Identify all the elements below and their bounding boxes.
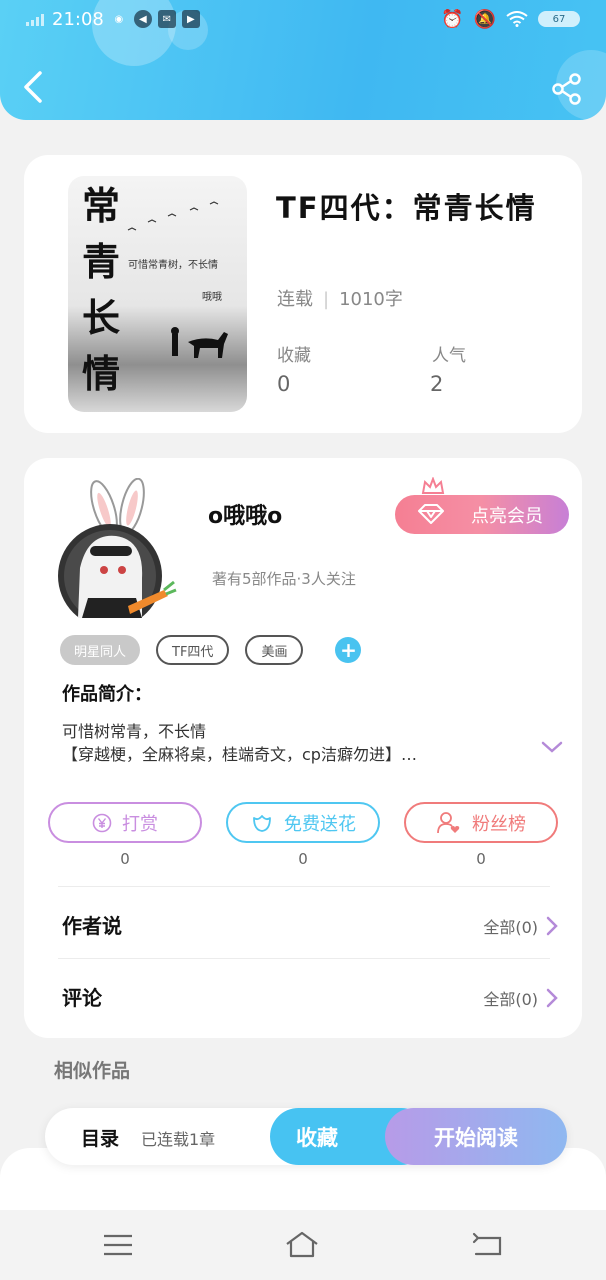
divider bbox=[58, 958, 550, 959]
book-title: TF四代：常青长情 bbox=[276, 191, 537, 225]
flower-icon bbox=[253, 814, 271, 832]
tag[interactable]: 美画 bbox=[245, 635, 304, 665]
book-info-card: 常青长情 可惜常青树，不长情 哦哦 TF四代：常青长情 连载 | 1010字 收藏 … bbox=[24, 155, 582, 433]
weibo-icon: ◉ bbox=[114, 13, 124, 25]
author-says-label[interactable]: 作者说 bbox=[62, 910, 122, 939]
intro-label: 作品简介： bbox=[62, 684, 152, 705]
mute-icon: 🔕 bbox=[473, 8, 496, 30]
share-icon[interactable] bbox=[550, 72, 584, 106]
tag[interactable]: TF四代 bbox=[156, 635, 230, 665]
send-flower-label: 免费送花 bbox=[284, 813, 356, 835]
fans-count: 0 bbox=[476, 850, 486, 868]
reward-label: 打赏 bbox=[122, 813, 158, 835]
author-says-more[interactable]: 全部(0) bbox=[483, 914, 558, 938]
book-word-count: 1010字 bbox=[339, 289, 403, 310]
battery-indicator: 67 bbox=[538, 11, 580, 27]
horse-rider-illustration bbox=[171, 327, 228, 358]
author-name[interactable]: o哦哦o bbox=[208, 498, 282, 530]
intro-text: 可惜树常青，不长情 【穿越梗，全麻将桌，桂端奇文，cp洁癖勿进】… bbox=[62, 720, 532, 766]
notification-icon: ◀ bbox=[133, 10, 152, 28]
comments-count: 全部(0) bbox=[483, 990, 538, 1009]
diamond-icon bbox=[418, 504, 444, 524]
author-says-count: 全部(0) bbox=[483, 918, 538, 937]
toc-button[interactable]: 目录 bbox=[81, 1124, 119, 1151]
yen-coin-icon bbox=[92, 813, 112, 832]
book-meta: 连载 | 1010字 bbox=[277, 285, 403, 311]
book-cover[interactable]: 常青长情 可惜常青树，不长情 哦哦 bbox=[68, 176, 247, 412]
vip-button[interactable]: 点亮会员 bbox=[395, 477, 569, 534]
user-heart-icon bbox=[437, 811, 460, 833]
add-tag-icon[interactable]: + bbox=[335, 637, 362, 663]
author-card: o哦哦o 著有5部作品·3人关注 点亮会员 明星同人 TF四代 美画 + 作品简… bbox=[24, 458, 582, 1038]
header-bar: 21:08 ◉ ◀ ✉ ▶ ⏰ 🔕 67 bbox=[0, 0, 606, 120]
send-flower-button[interactable]: 免费送花 bbox=[226, 802, 380, 843]
author-stats: 著有5部作品·3人关注 bbox=[212, 570, 356, 588]
reward-count: 0 bbox=[120, 850, 130, 868]
crown-icon bbox=[421, 477, 445, 494]
status-bar: 21:08 ◉ ◀ ✉ ▶ ⏰ 🔕 67 bbox=[26, 6, 580, 32]
comments-label[interactable]: 评论 bbox=[62, 982, 102, 1011]
wifi-icon bbox=[506, 11, 528, 27]
favorites-value: 0 bbox=[277, 372, 291, 396]
cover-subtitle: 可惜常青树，不长情 bbox=[128, 260, 218, 271]
intro-line: 可惜树常青，不长情 bbox=[62, 722, 207, 741]
tag-list: 明星同人 TF四代 美画 + bbox=[60, 635, 362, 665]
cover-author: 哦哦 bbox=[202, 292, 222, 303]
back-icon[interactable] bbox=[20, 70, 46, 104]
intro-line: 【穿越梗，全麻将桌，桂端奇文，cp洁癖勿进】… bbox=[62, 745, 417, 764]
chevron-right-icon bbox=[546, 988, 558, 1008]
favorites-label: 收藏 bbox=[277, 346, 311, 366]
chevron-right-icon bbox=[546, 916, 558, 936]
signal-icon bbox=[26, 12, 44, 26]
back-nav-icon[interactable] bbox=[470, 1230, 504, 1260]
comments-more[interactable]: 全部(0) bbox=[483, 986, 558, 1010]
menu-icon[interactable] bbox=[101, 1230, 135, 1260]
birds-icon bbox=[127, 201, 219, 231]
popularity-label: 人气 bbox=[432, 346, 466, 366]
reward-button[interactable]: 打赏 bbox=[48, 802, 202, 843]
toc-chapter-info[interactable]: 已连载1章 bbox=[141, 1126, 215, 1150]
mail-icon: ✉ bbox=[157, 10, 176, 28]
fans-ranking-button[interactable]: 粉丝榜 bbox=[404, 802, 558, 843]
chevron-down-icon[interactable] bbox=[540, 738, 564, 756]
divider bbox=[58, 886, 550, 887]
fans-ranking-label: 粉丝榜 bbox=[472, 813, 526, 835]
vip-button-label: 点亮会员 bbox=[471, 505, 543, 527]
similar-works-heading: 相似作品 bbox=[54, 1060, 131, 1082]
system-nav-bar bbox=[0, 1210, 606, 1280]
book-status: 连载 bbox=[277, 289, 313, 310]
read-action-bar: 目录 已连载1章 收藏 开始阅读 bbox=[45, 1108, 567, 1165]
flower-count: 0 bbox=[298, 850, 308, 868]
home-icon[interactable] bbox=[285, 1230, 319, 1260]
alarm-icon: ⏰ bbox=[441, 8, 464, 30]
popularity-value: 2 bbox=[430, 372, 444, 396]
tag[interactable]: 明星同人 bbox=[60, 635, 141, 665]
play-icon: ▶ bbox=[181, 10, 200, 28]
meta-divider: | bbox=[323, 289, 330, 310]
start-reading-button[interactable]: 开始阅读 bbox=[385, 1108, 567, 1165]
status-time: 21:08 bbox=[52, 8, 104, 30]
author-avatar[interactable] bbox=[58, 478, 178, 618]
